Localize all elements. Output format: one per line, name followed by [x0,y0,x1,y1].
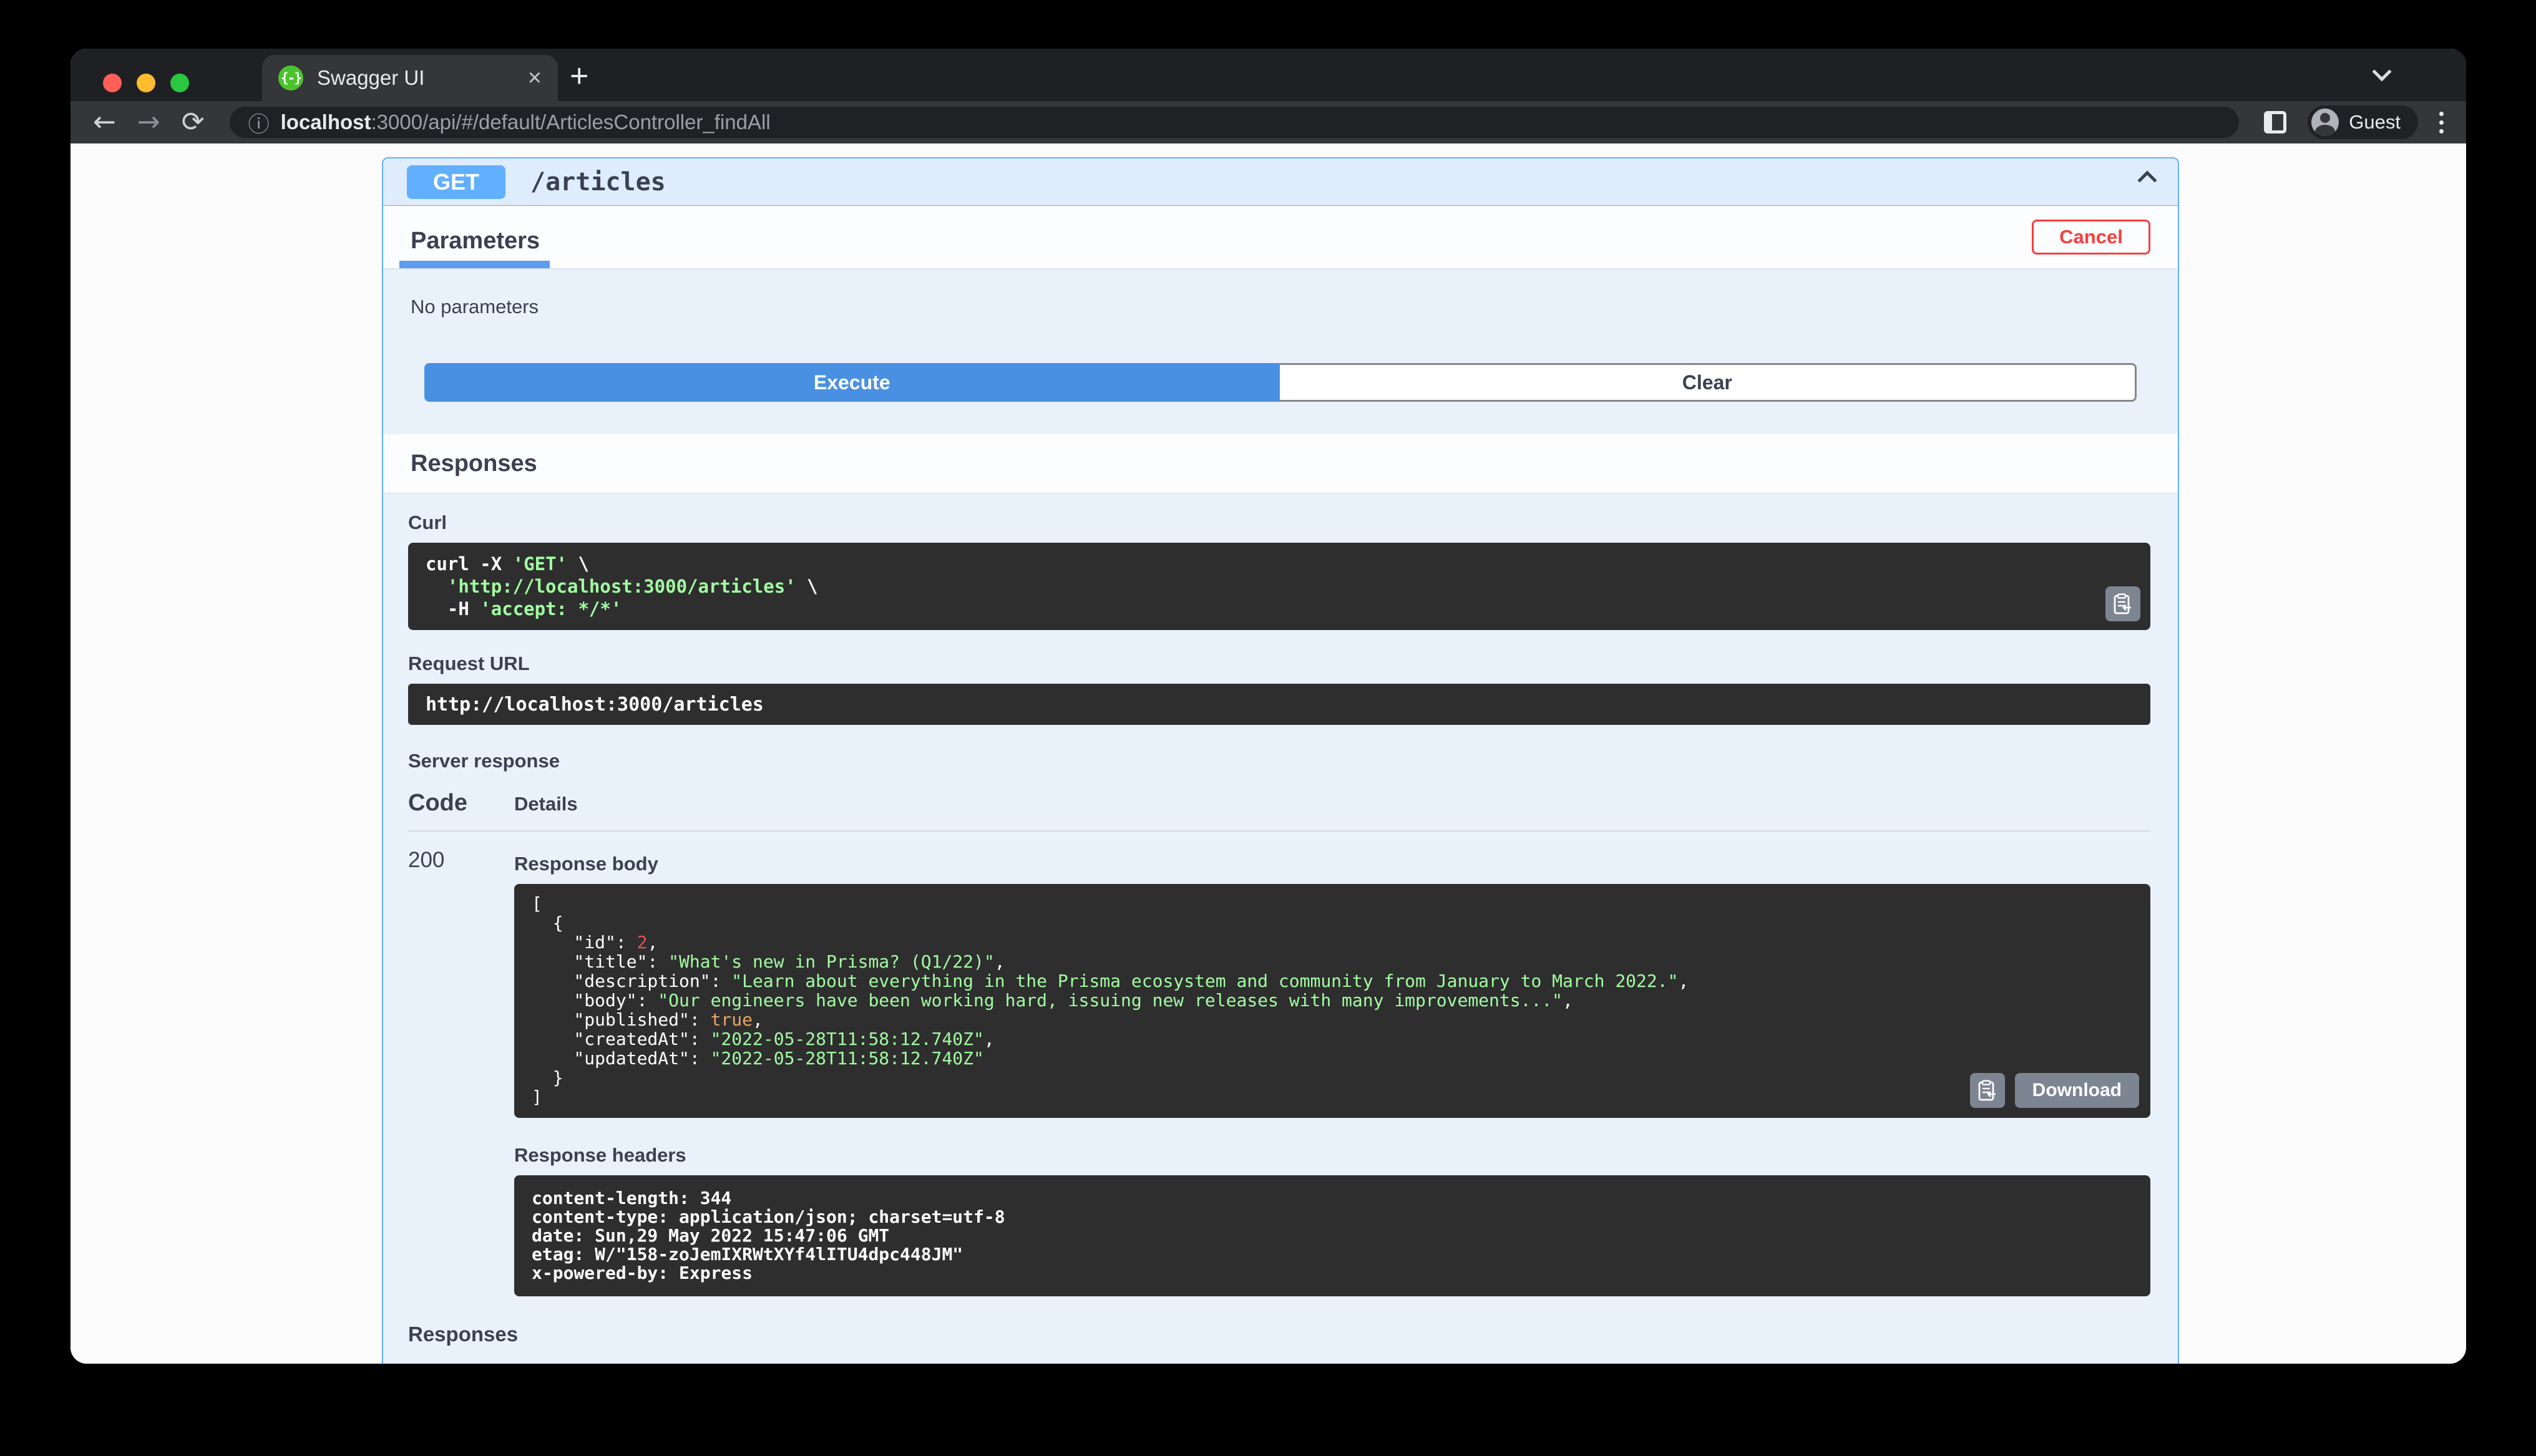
response-headers-block: content-length: 344 content-type: applica… [514,1175,2150,1296]
reload-icon[interactable]: ⟳ [182,109,205,136]
opblock-get-articles: GET /articles Parameters Cancel No param… [382,157,2179,1364]
url-text: localhost:3000/api/#/default/ArticlesCon… [281,110,771,134]
clear-button[interactable]: Clear [1279,363,2137,402]
server-response-row: 200 Response body [ { "id": 2, "title": … [408,848,2150,1296]
parameters-header: Parameters Cancel [383,206,2178,268]
method-badge: GET [407,165,505,199]
swagger-page: GET /articles Parameters Cancel No param… [71,143,2466,1364]
download-button[interactable]: Download [2014,1073,2139,1108]
no-parameters-text: No parameters [411,296,539,318]
address-bar[interactable]: ⓘ localhost:3000/api/#/default/ArticlesC… [229,107,2240,138]
copy-response-button[interactable] [1969,1073,2005,1108]
tab-search-chevron-icon[interactable] [2372,62,2392,82]
response-body-json: [ { "id": 2, "title": "What's new in Pri… [532,893,1689,1107]
swagger-favicon-icon: {-} [278,66,303,90]
tab-title: Swagger UI [317,66,425,89]
profile-label: Guest [2349,111,2401,133]
close-window-button[interactable] [103,74,122,92]
execute-row: Execute Clear [383,342,2178,434]
responses-inner: Curl curl -X 'GET' \ 'http://localhost:3… [383,493,2178,1364]
zoom-window-button[interactable] [170,74,189,92]
curl-command: curl -X 'GET' \ 'http://localhost:3000/a… [408,543,2150,630]
response-details: Response body [ { "id": 2, "title": "Wha… [514,848,2150,1296]
request-url-label: Request URL [408,653,530,674]
response-headers-label: Response headers [514,1144,686,1166]
url-rest: :3000/api/#/default/ArticlesController_f… [371,110,771,133]
divider [408,830,2150,832]
browser-window: {-} Swagger UI × + ← → ⟳ ⓘ localhost:300… [71,49,2466,1364]
request-url-value: http://localhost:3000/articles [408,684,2150,725]
collapse-chevron-icon[interactable] [2137,170,2157,190]
side-panel-icon[interactable] [2264,111,2287,133]
responses-title: Responses [411,450,537,477]
clipboard-copy-icon [2114,593,2131,614]
responses-table-label: Responses [408,1323,519,1346]
browser-tabstrip: {-} Swagger UI × + [71,49,2466,101]
browser-menu-icon[interactable] [2439,111,2444,133]
url-host: localhost [280,110,371,133]
response-body-actions: Download [1969,1073,2139,1108]
clipboard-copy-icon [1978,1080,1996,1101]
site-info-icon[interactable]: ⓘ [248,107,270,138]
code-column-header: Code [408,790,467,816]
back-icon[interactable]: ← [93,109,116,136]
response-body-block: [ { "id": 2, "title": "What's new in Pri… [514,884,2150,1118]
curl-code: curl -X 'GET' \ 'http://localhost:3000/a… [426,553,818,619]
screenshot-stage: {-} Swagger UI × + ← → ⟳ ⓘ localhost:300… [0,0,2536,1456]
curl-label: Curl [408,512,447,533]
browser-tab-swagger-ui[interactable]: {-} Swagger UI × [262,55,558,101]
copy-curl-button[interactable] [2105,586,2140,621]
new-tab-button[interactable]: + [570,60,588,92]
response-headers-lines: content-length: 344 content-type: applica… [532,1188,1005,1283]
server-response-table-header: Code Details [408,790,2150,830]
profile-button[interactable]: Guest [2308,105,2418,139]
opblock-summary[interactable]: GET /articles [383,158,2178,206]
minimize-window-button[interactable] [137,74,155,92]
details-column-header: Details [514,793,578,815]
tab-parameters[interactable]: Parameters [399,228,550,268]
window-controls [103,74,189,92]
status-code: 200 [408,848,445,872]
server-response-label: Server response [408,750,560,772]
responses-section-header: Responses [383,434,2178,493]
browser-toolbar: ← → ⟳ ⓘ localhost:3000/api/#/default/Art… [71,101,2466,143]
execute-button[interactable]: Execute [424,363,1280,402]
forward-icon[interactable]: → [137,109,160,136]
avatar [2311,109,2339,136]
endpoint-path: /articles [530,167,666,197]
response-body-label: Response body [514,853,658,875]
cancel-button[interactable]: Cancel [2032,220,2150,255]
tab-close-icon[interactable]: × [528,66,542,90]
